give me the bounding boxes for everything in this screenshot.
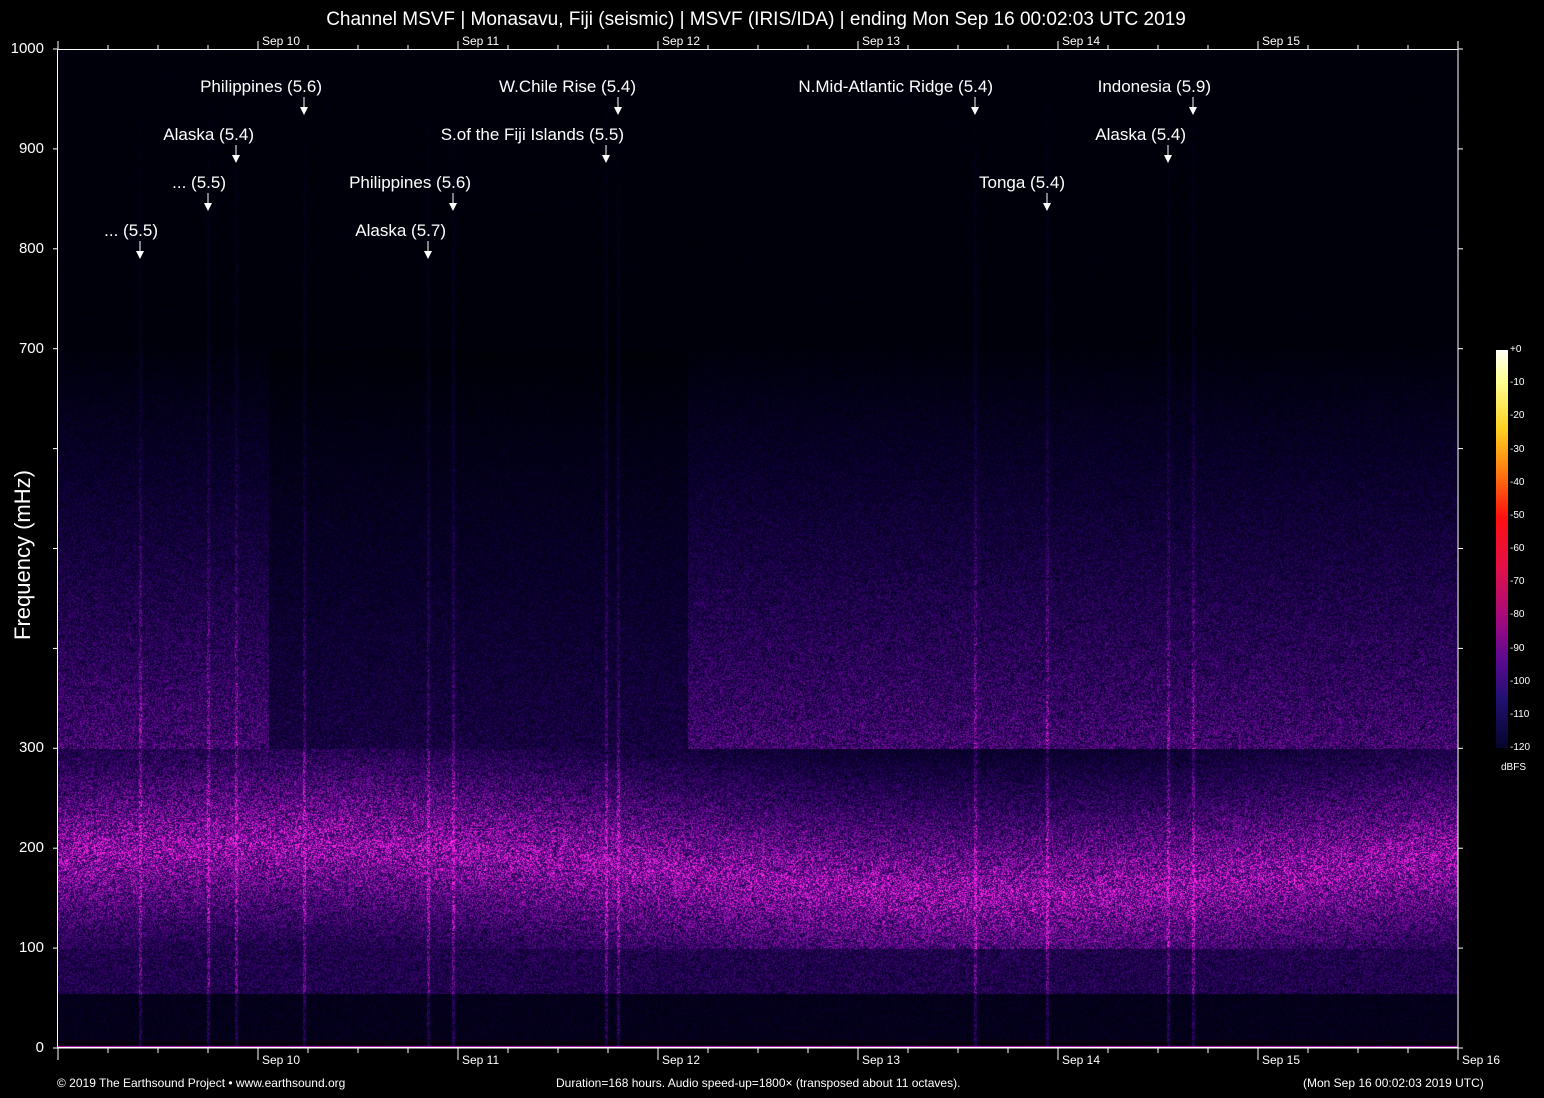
event-label: Philippines (5.6) [349,173,471,193]
colorbar-tick-label: +0 [1510,344,1521,355]
footer-info: Duration=168 hours. Audio speed-up=1800×… [556,1076,960,1090]
event-label: Alaska (5.4) [1095,125,1186,145]
x-tick-label: Sep 13 [862,1053,900,1067]
y-tick-label: 700 [0,340,44,357]
axes-overlay [0,0,1544,1098]
event-arrow-icon [1043,203,1051,211]
event-arrow-icon [449,203,457,211]
x-top-tick-label: Sep 15 [1262,34,1300,48]
event-arrow-icon [1189,107,1197,115]
event-label: W.Chile Rise (5.4) [499,77,636,97]
x-tick-label: Sep 14 [1062,1053,1100,1067]
colorbar-tick-label: -60 [1510,543,1524,554]
event-label: Philippines (5.6) [200,77,322,97]
colorbar-unit: dBFS [1501,762,1526,773]
event-label: S.of the Fiji Islands (5.5) [441,125,624,145]
colorbar-tick-label: -10 [1510,377,1524,388]
event-arrow-icon [300,107,308,115]
event-label: Indonesia (5.9) [1098,77,1211,97]
event-arrow-icon [204,203,212,211]
event-arrow-icon [602,155,610,163]
y-tick-label: 800 [0,240,44,257]
y-tick-label: 1000 [0,40,44,57]
colorbar-tick-label: -120 [1510,742,1530,753]
y-tick-label: 200 [0,839,44,856]
colorbar-tick-label: -30 [1510,444,1524,455]
event-label: ... (5.5) [104,221,158,241]
event-arrow-icon [971,107,979,115]
event-label: Tonga (5.4) [979,173,1065,193]
event-label: Alaska (5.7) [355,221,446,241]
x-tick-label: Sep 16 [1462,1053,1500,1067]
colorbar-tick-label: -40 [1510,477,1524,488]
colorbar-tick-label: -100 [1510,676,1530,687]
event-arrow-icon [1164,155,1172,163]
x-tick-label: Sep 15 [1262,1053,1300,1067]
event-label: Alaska (5.4) [163,125,254,145]
event-label: ... (5.5) [172,173,226,193]
y-tick-label: 100 [0,939,44,956]
event-label: N.Mid-Atlantic Ridge (5.4) [798,77,993,97]
x-tick-label: Sep 12 [662,1053,700,1067]
y-tick-label: 300 [0,739,44,756]
x-tick-label: Sep 10 [262,1053,300,1067]
x-tick-label: Sep 11 [462,1053,499,1067]
y-tick-label: 900 [0,140,44,157]
x-top-tick-label: Sep 14 [1062,34,1100,48]
event-arrow-icon [424,251,432,259]
colorbar-tick-label: -80 [1510,609,1524,620]
event-arrow-icon [136,251,144,259]
footer-copyright: © 2019 The Earthsound Project • www.eart… [57,1076,345,1090]
colorbar [1496,350,1508,748]
event-arrow-icon [614,107,622,115]
y-tick-label: 0 [0,1039,44,1056]
colorbar-tick-label: -20 [1510,410,1524,421]
colorbar-tick-label: -110 [1510,709,1529,720]
y-axis-label: Frequency (mHz) [10,470,36,640]
x-top-tick-label: Sep 11 [462,34,499,48]
x-top-tick-label: Sep 10 [262,34,300,48]
x-top-tick-label: Sep 12 [662,34,700,48]
footer-end-time: (Mon Sep 16 00:02:03 2019 UTC) [1303,1076,1484,1090]
x-top-tick-label: Sep 13 [862,34,900,48]
colorbar-tick-label: -50 [1510,510,1524,521]
event-arrow-icon [232,155,240,163]
colorbar-tick-label: -90 [1510,643,1524,654]
colorbar-tick-label: -70 [1510,576,1524,587]
